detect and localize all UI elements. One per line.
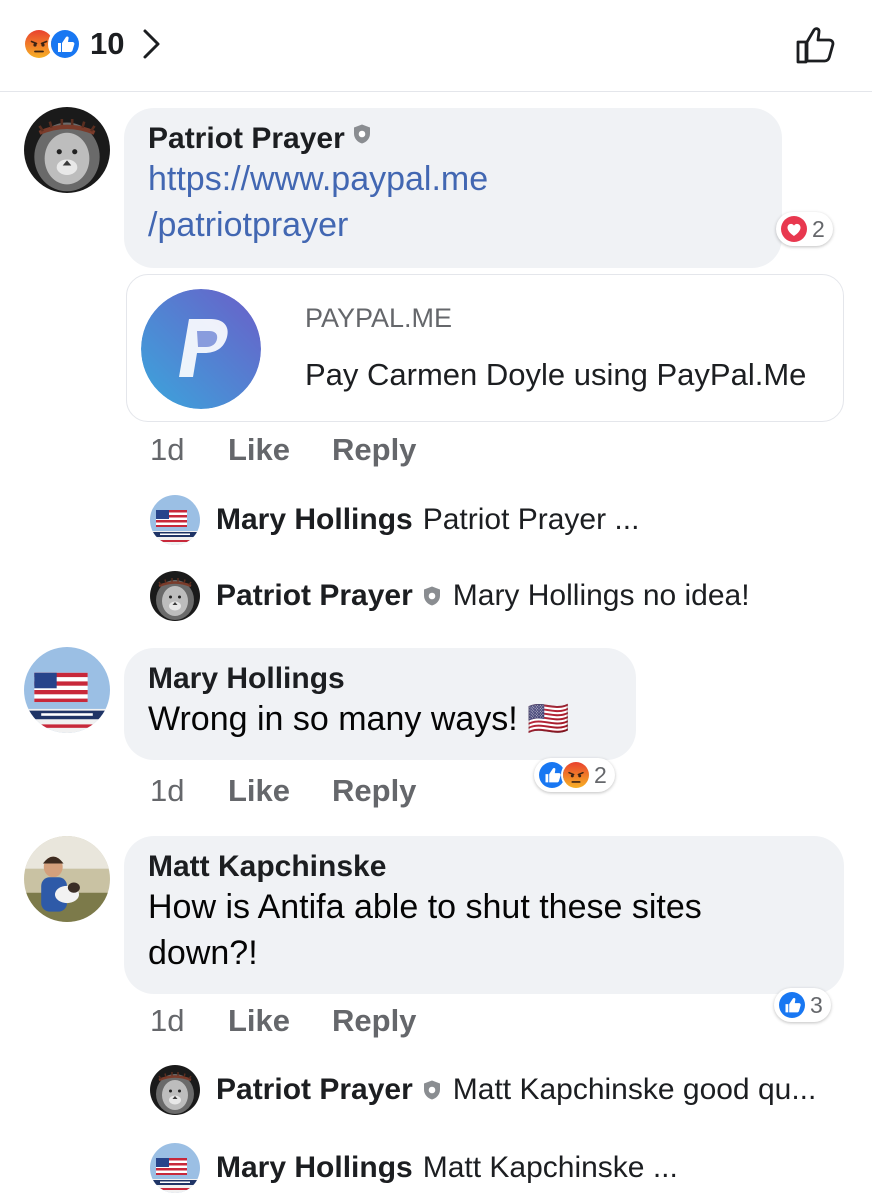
comment-text: Wrong in so many ways! 🇺🇸 (148, 700, 570, 738)
comment-actions: 1d Like Reply (150, 432, 416, 468)
reply-preview[interactable]: Mary Hollings Matt Kapchinske ... (150, 1140, 678, 1196)
reply-author[interactable]: Patriot Prayer (216, 1073, 413, 1107)
avatar-patriot-prayer[interactable] (150, 1065, 200, 1115)
reply-text: Patriot Prayer ... (422, 503, 640, 536)
verified-shield-icon (421, 585, 443, 607)
avatar-matt-kapchinske[interactable] (24, 836, 110, 922)
reaction-badge[interactable]: 2 (534, 758, 615, 792)
comment-actions: 1d Like Reply (150, 1003, 416, 1039)
avatar-patriot-prayer[interactable] (24, 107, 110, 193)
thumbs-up-icon[interactable] (794, 22, 838, 66)
reply-button[interactable]: Reply (332, 432, 416, 468)
avatar-mary-hollings[interactable] (150, 495, 200, 545)
verified-shield-icon (421, 1079, 443, 1101)
reply-author[interactable]: Patriot Prayer (216, 579, 413, 613)
like-button[interactable]: Like (228, 773, 332, 809)
comment-author[interactable]: Patriot Prayer (148, 122, 345, 155)
comment-author[interactable]: Mary Hollings (148, 662, 345, 695)
comment-timestamp[interactable]: 1d (150, 773, 228, 809)
comment-text: How is Antifa able to shut these sites (148, 888, 702, 926)
reply-preview[interactable]: Patriot Prayer Matt Kapchinske good qu..… (150, 1062, 816, 1118)
reaction-badge[interactable]: 2 (776, 212, 833, 246)
reactions-header: 10 (0, 0, 872, 92)
reaction-count: 10 (90, 26, 125, 61)
reaction-badge-count: 2 (812, 215, 825, 242)
avatar-mary-hollings[interactable] (150, 1143, 200, 1193)
reply-text: Matt Kapchinske ... (422, 1151, 678, 1184)
comment-link-continued[interactable]: /patriotprayer (148, 202, 758, 248)
link-preview-title: Pay Carmen Doyle using PayPal.Me (305, 357, 807, 392)
comment-link[interactable]: https://www.paypal.me (148, 156, 758, 202)
comment-author[interactable]: Matt Kapchinske (148, 850, 386, 883)
reply-text: Mary Hollings no idea! (452, 579, 750, 612)
reply-button[interactable]: Reply (332, 1003, 416, 1039)
avatar-mary-hollings[interactable] (24, 647, 110, 733)
love-icon (779, 214, 809, 244)
reply-preview[interactable]: Mary Hollings Patriot Prayer ... (150, 492, 639, 548)
reply-button[interactable]: Reply (332, 773, 416, 809)
link-preview-card[interactable]: PAYPAL.ME Pay Carmen Doyle using PayPal.… (126, 274, 844, 422)
comment-text-continued: down?! (148, 934, 258, 972)
reply-author[interactable]: Mary Hollings (216, 503, 413, 537)
link-preview-domain: PAYPAL.ME (305, 303, 453, 333)
comment-bubble: Matt Kapchinske How is Antifa able to sh… (124, 836, 844, 994)
reaction-badge-count: 3 (810, 991, 823, 1018)
comment-bubble: Patriot Prayer https://www.paypal.me /pa… (124, 108, 782, 268)
comment-timestamp[interactable]: 1d (150, 1003, 228, 1039)
chevron-right-icon[interactable] (140, 27, 164, 61)
reaction-summary[interactable]: 10 (22, 24, 164, 64)
reaction-badge[interactable]: 3 (774, 988, 831, 1022)
like-icon (48, 27, 82, 61)
comment-timestamp[interactable]: 1d (150, 432, 228, 468)
paypal-logo-icon (141, 289, 261, 409)
angry-icon (561, 760, 591, 790)
avatar-patriot-prayer[interactable] (150, 571, 200, 621)
verified-shield-icon (351, 123, 373, 145)
reply-preview[interactable]: Patriot Prayer Mary Hollings no idea! (150, 568, 750, 624)
reply-text: Matt Kapchinske good qu... (452, 1073, 817, 1106)
like-button[interactable]: Like (228, 1003, 332, 1039)
comment-bubble: Mary Hollings Wrong in so many ways! 🇺🇸 (124, 648, 636, 760)
reaction-badge-count: 2 (594, 761, 607, 788)
reply-author[interactable]: Mary Hollings (216, 1151, 413, 1185)
like-icon (777, 990, 807, 1020)
comment-actions: 1d Like Reply (150, 773, 416, 809)
like-button[interactable]: Like (228, 432, 332, 468)
